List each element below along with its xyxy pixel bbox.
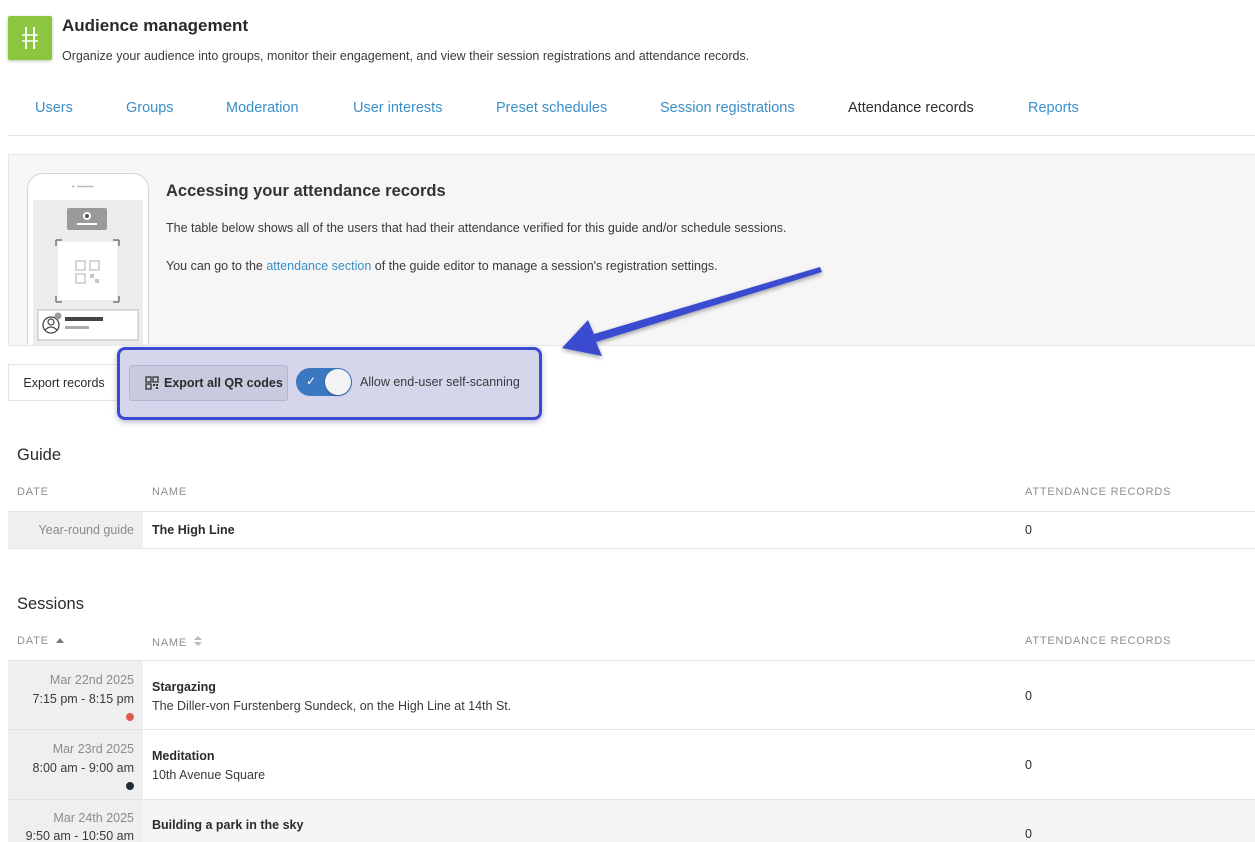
session-date-cell: Mar 23rd 2025 8:00 am - 9:00 am (8, 730, 143, 799)
page-subtitle: Organize your audience into groups, moni… (62, 49, 750, 63)
info-title: Accessing your attendance records (166, 182, 446, 200)
export-qr-codes-label: Export all QR codes (164, 376, 283, 390)
status-dot-icon (126, 713, 134, 721)
tab-user-interests[interactable]: User interests (353, 100, 442, 116)
status-dot-icon (126, 782, 134, 790)
guide-col-date: DATE (17, 486, 49, 498)
session-time: 8:00 am - 9:00 am (32, 761, 134, 775)
page-header: Audience management Organize your audien… (8, 12, 1255, 72)
session-date-cell: Mar 24th 2025 9:50 am - 10:50 am (8, 800, 143, 842)
session-records-count: 0 (1025, 758, 1032, 772)
session-row[interactable]: Mar 22nd 2025 7:15 pm - 8:15 pm Stargazi… (8, 660, 1255, 730)
attendance-section-link[interactable]: attendance section (266, 259, 371, 273)
sessions-section-title: Sessions (17, 595, 84, 613)
session-name: Stargazing (152, 680, 216, 694)
tab-attendance-records[interactable]: Attendance records (848, 100, 974, 116)
session-row[interactable]: Mar 23rd 2025 8:00 am - 9:00 am Meditati… (8, 730, 1255, 800)
session-name: Building a park in the sky (152, 818, 304, 832)
session-records-count: 0 (1025, 827, 1032, 841)
guide-logo-icon (8, 16, 52, 60)
tab-bar: Users Groups Moderation User interests P… (8, 86, 1255, 136)
guide-row[interactable]: Year-round guide The High Line 0 (8, 511, 1255, 549)
session-name: Meditation (152, 749, 215, 763)
sessions-col-name[interactable]: NAME (152, 635, 202, 650)
guide-name: The High Line (152, 523, 235, 537)
session-date-cell: Mar 22nd 2025 7:15 pm - 8:15 pm (8, 661, 143, 729)
self-scanning-toggle[interactable]: ✓ (296, 368, 352, 396)
session-date: Mar 22nd 2025 (49, 673, 134, 687)
guide-col-name: NAME (152, 486, 187, 498)
session-time: 7:15 pm - 8:15 pm (32, 692, 134, 706)
sessions-col-date[interactable]: DATE (17, 635, 64, 647)
self-scanning-label: Allow end-user self-scanning (360, 375, 520, 389)
tab-preset-schedules[interactable]: Preset schedules (496, 100, 607, 116)
session-date: Mar 23rd 2025 (52, 742, 134, 756)
info-description: The table below shows all of the users t… (166, 221, 787, 235)
session-row[interactable]: Mar 24th 2025 9:50 am - 10:50 am Buildin… (8, 800, 1255, 842)
tab-users[interactable]: Users (35, 100, 73, 116)
session-location: The Diller-von Furstenberg Sundeck, on t… (152, 699, 512, 713)
check-icon: ✓ (306, 374, 317, 388)
sort-icon (193, 635, 202, 650)
export-qr-codes-button[interactable]: Export all QR codes (129, 365, 288, 401)
tab-reports[interactable]: Reports (1028, 100, 1079, 116)
session-date: Mar 24th 2025 (53, 811, 134, 825)
export-records-button[interactable]: Export records (8, 364, 120, 401)
guide-date: Year-round guide (38, 523, 134, 537)
sessions-col-date-label: DATE (17, 635, 49, 647)
guide-records-count: 0 (1025, 523, 1032, 537)
session-location: 10th Avenue Square (152, 768, 266, 782)
tab-session-registrations[interactable]: Session registrations (660, 100, 795, 116)
annotation-arrow-icon (562, 267, 822, 356)
guide-col-records: ATTENDANCE RECORDS (1025, 486, 1172, 498)
sessions-col-name-label: NAME (152, 637, 187, 649)
phone-illustration-icon (27, 173, 149, 345)
tab-moderation[interactable]: Moderation (226, 100, 299, 116)
guide-date-cell: Year-round guide (8, 512, 143, 548)
info-hint-prefix: You can go to the (166, 259, 267, 273)
toggle-knob (325, 369, 351, 395)
qr-code-icon (145, 376, 159, 390)
session-records-count: 0 (1025, 689, 1032, 703)
session-time: 9:50 am - 10:50 am (25, 829, 134, 842)
guide-section-title: Guide (17, 446, 62, 464)
tab-groups[interactable]: Groups (126, 100, 174, 116)
page-title: Audience management (62, 16, 249, 35)
sessions-col-records: ATTENDANCE RECORDS (1025, 635, 1172, 647)
sort-ascending-icon (55, 638, 64, 643)
